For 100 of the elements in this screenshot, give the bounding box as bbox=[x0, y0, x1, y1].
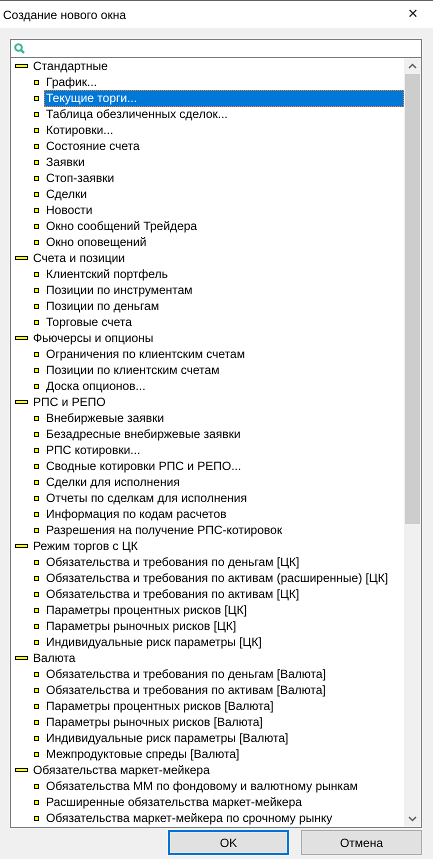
bullet-icon bbox=[34, 144, 39, 148]
bullet-icon bbox=[34, 624, 39, 628]
tree-group[interactable]: Режим торгов с ЦК bbox=[31, 538, 141, 554]
tree-item[interactable]: Новости bbox=[44, 202, 96, 218]
tree-item[interactable]: Окно сообщений Трейдера bbox=[44, 218, 200, 234]
tree-item[interactable]: Сделки bbox=[44, 186, 90, 202]
tree-item[interactable]: Информация по кодам расчетов bbox=[44, 506, 230, 522]
bullet-icon bbox=[34, 688, 39, 692]
tree-item[interactable]: Разрешения на получение РПС-котировок bbox=[44, 522, 286, 538]
bullet-icon bbox=[34, 480, 39, 484]
bullet-icon bbox=[34, 528, 39, 532]
bullet-icon bbox=[34, 368, 39, 372]
tree-group[interactable]: Фьючерсы и опционы bbox=[31, 330, 156, 346]
bullet-icon bbox=[34, 672, 39, 676]
collapse-icon[interactable] bbox=[15, 256, 28, 260]
bullet-icon bbox=[34, 784, 39, 788]
tree-item[interactable]: Торговые счета bbox=[44, 314, 135, 330]
collapse-icon[interactable] bbox=[15, 768, 28, 772]
bullet-icon bbox=[34, 736, 39, 740]
tree-item[interactable]: Доска опционов... bbox=[44, 378, 149, 394]
bullet-icon bbox=[34, 464, 39, 468]
scroll-down-icon[interactable] bbox=[408, 816, 417, 822]
tree-item[interactable]: Заявки bbox=[44, 154, 88, 170]
tree-item[interactable]: Безадресные внебиржевые заявки bbox=[44, 426, 244, 442]
search-field[interactable] bbox=[11, 40, 421, 58]
bullet-icon bbox=[34, 224, 39, 228]
bullet-icon bbox=[34, 320, 39, 324]
tree-item[interactable]: Параметры рыночных рисков [ЦК] bbox=[44, 618, 240, 634]
tree-item[interactable]: Параметры процентных рисков [ЦК] bbox=[44, 602, 250, 618]
collapse-icon[interactable] bbox=[15, 544, 28, 548]
tree-item[interactable]: Расширенные обязательства маркет-мейкера bbox=[44, 794, 305, 810]
tree-item[interactable]: Стоп-заявки bbox=[44, 170, 118, 186]
tree-item[interactable]: Сделки для исполнения bbox=[44, 474, 183, 490]
tree-item[interactable]: Параметры процентных рисков [Валюта] bbox=[44, 698, 277, 714]
bullet-icon bbox=[34, 432, 39, 436]
collapse-icon[interactable] bbox=[15, 656, 28, 660]
bullet-icon bbox=[34, 384, 39, 388]
collapse-icon[interactable] bbox=[15, 64, 28, 68]
tree-item[interactable]: Клиентский портфель bbox=[44, 266, 171, 282]
bullet-icon bbox=[34, 112, 39, 116]
tree-item[interactable]: Таблица обезличенных сделок... bbox=[44, 106, 231, 122]
tree-group[interactable]: РПС и РЕПО bbox=[31, 394, 109, 410]
bullet-icon bbox=[34, 304, 39, 308]
close-button[interactable]: ✕ bbox=[398, 1, 428, 28]
tree-item[interactable]: Межпродуктовые спреды [Валюта] bbox=[44, 746, 242, 762]
bullet-icon bbox=[34, 640, 39, 644]
collapse-icon[interactable] bbox=[15, 336, 28, 340]
dialog-button[interactable]: OK bbox=[168, 830, 289, 855]
tree-item[interactable]: Обязательства маркет-мейкера по срочному рынку bbox=[44, 810, 336, 826]
tree-item[interactable]: Котировки... bbox=[44, 122, 116, 138]
bullet-icon bbox=[34, 512, 39, 516]
tree-item[interactable]: Текущие торги... bbox=[44, 90, 404, 106]
bullet-icon bbox=[34, 128, 39, 132]
tree-item[interactable]: Позиции по деньгам bbox=[44, 298, 162, 314]
tree-item[interactable]: Обязательства и требования по активам (расширенные) [ЦК] bbox=[44, 570, 392, 586]
tree-item[interactable]: Позиции по клиентским счетам bbox=[44, 362, 222, 378]
tree-item[interactable]: Индивидуальные риск параметры [Валюта] bbox=[44, 730, 292, 746]
tree-item[interactable]: Обязательства и требования по деньгам [Валюта] bbox=[44, 666, 329, 682]
bullet-icon bbox=[34, 352, 39, 356]
tree-item[interactable]: РПС котировки... bbox=[44, 442, 144, 458]
scrollbar[interactable] bbox=[404, 58, 421, 827]
bullet-icon bbox=[34, 576, 39, 580]
search-icon bbox=[14, 43, 25, 54]
tree-item[interactable]: Параметры рыночных рисков [Валюта] bbox=[44, 714, 266, 730]
dialog-button[interactable]: Отмена bbox=[301, 830, 422, 855]
bullet-icon bbox=[34, 160, 39, 164]
bullet-icon bbox=[34, 704, 39, 708]
bullet-icon bbox=[34, 208, 39, 212]
bullet-icon bbox=[34, 816, 39, 820]
tree-item[interactable]: Индивидуальные риск параметры [ЦК] bbox=[44, 634, 265, 650]
bullet-icon bbox=[34, 80, 39, 84]
tree-group[interactable]: Обязательства маркет-мейкера bbox=[31, 762, 213, 778]
bullet-icon bbox=[34, 176, 39, 180]
tree-group[interactable]: Валюта bbox=[31, 650, 78, 666]
tree-item[interactable]: График... bbox=[44, 74, 100, 90]
tree-item[interactable]: Обязательства и требования по активам [Валюта] bbox=[44, 682, 329, 698]
bullet-icon bbox=[34, 192, 39, 196]
bullet-icon bbox=[34, 416, 39, 420]
tree-item[interactable]: Позиции по инструментам bbox=[44, 282, 196, 298]
tree-item[interactable]: Отчеты по сделкам для исполнения bbox=[44, 490, 250, 506]
bullet-icon bbox=[34, 272, 39, 276]
tree-item[interactable]: Состояние счета bbox=[44, 138, 143, 154]
tree-item[interactable]: Окно оповещений bbox=[44, 234, 150, 250]
bullet-icon bbox=[34, 288, 39, 292]
bullet-icon bbox=[34, 448, 39, 452]
tree-item[interactable]: Ограничения по клиентским счетам bbox=[44, 346, 248, 362]
tree-group[interactable]: Счета и позиции bbox=[31, 250, 128, 266]
scroll-up-icon[interactable] bbox=[408, 63, 417, 69]
tree-item[interactable]: Обязательства и требования по активам [ЦК] bbox=[44, 586, 302, 602]
tree-item[interactable]: Обязательства ММ по фондовому и валютному рынкам bbox=[44, 778, 361, 794]
tree-item[interactable]: Внебиржевые заявки bbox=[44, 410, 168, 426]
tree-item[interactable]: Обязательства и требования по деньгам [ЦК] bbox=[44, 554, 302, 570]
tree-item[interactable]: Сводные котировки РПС и РЕПО... bbox=[44, 458, 244, 474]
collapse-icon[interactable] bbox=[15, 400, 28, 404]
bullet-icon bbox=[34, 800, 39, 804]
bullet-icon bbox=[34, 608, 39, 612]
window-title: Создание нового окна bbox=[2, 8, 126, 22]
scrollbar-thumb[interactable] bbox=[405, 74, 420, 524]
bullet-icon bbox=[34, 720, 39, 724]
tree-group[interactable]: Стандартные bbox=[31, 58, 111, 74]
